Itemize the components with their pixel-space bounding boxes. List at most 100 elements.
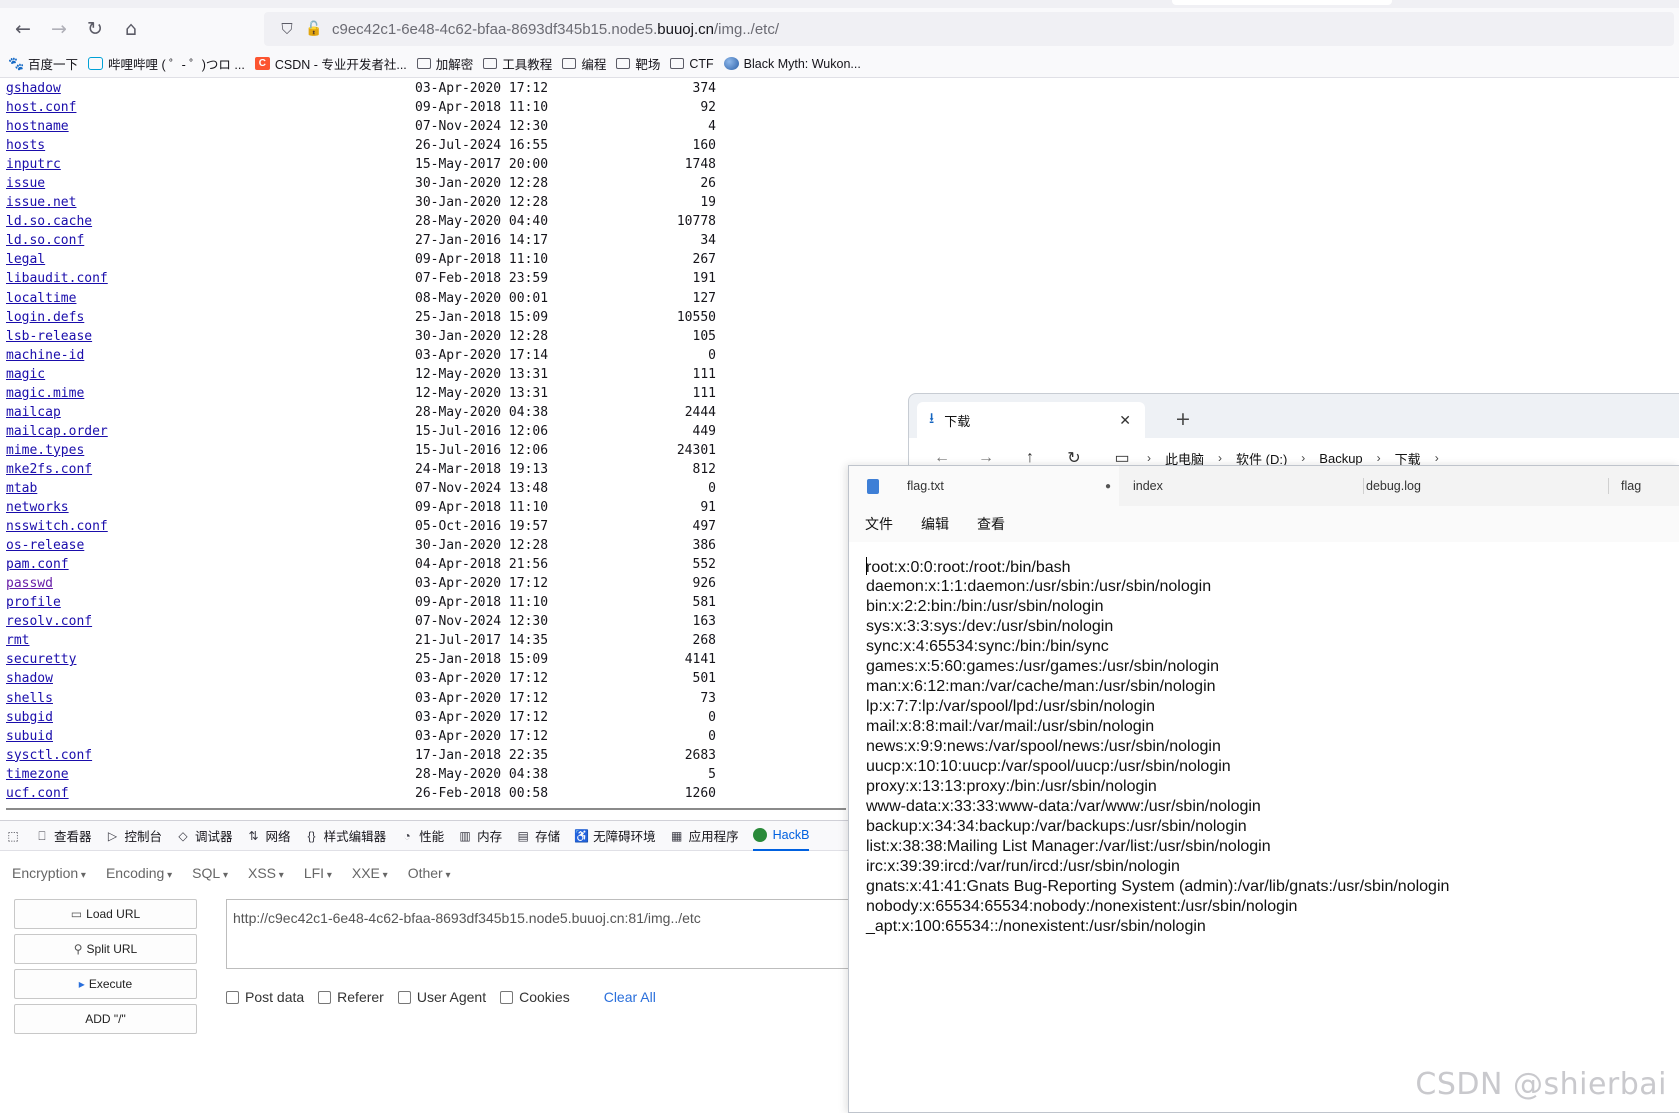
notepad-tab-flag-txt[interactable]: flag.txt ● <box>849 466 1119 506</box>
tracking-shield-icon[interactable]: ⛉ <box>272 20 302 38</box>
bookmark-item[interactable]: 靶场 <box>616 54 660 73</box>
hackbar-menu-other[interactable]: Other <box>408 865 451 881</box>
file-link[interactable]: issue.net <box>6 193 76 212</box>
file-link[interactable]: resolv.conf <box>6 612 92 631</box>
bookmark-item[interactable]: 加解密 <box>416 54 473 73</box>
notepad-tab-debug-log[interactable]: debug.log <box>1364 466 1609 506</box>
file-link[interactable]: inputrc <box>6 155 61 174</box>
notepad-tab-flag[interactable]: flag <box>1609 466 1679 506</box>
file-link[interactable]: ucf.conf <box>6 784 69 803</box>
checkbox-post-data[interactable]: Post data <box>226 989 304 1005</box>
notepad-menu-item[interactable]: 查看 <box>977 514 1005 534</box>
address-bar[interactable]: ⛉ 🔓 c9ec42c1-6e48-4c62-bfaa-8693df345b15… <box>264 12 1674 46</box>
devtools-tab-hackbar[interactable]: HackB <box>752 821 810 851</box>
file-link[interactable]: mime.types <box>6 441 84 460</box>
file-link[interactable]: host.conf <box>6 98 76 117</box>
file-link[interactable]: securetty <box>6 650 76 669</box>
bookmark-item[interactable]: C CSDN - 专业开发者社... <box>254 54 407 73</box>
insecure-lock-icon[interactable]: 🔓 <box>302 21 326 37</box>
bookmark-item[interactable]: 编程 <box>562 54 606 73</box>
file-link[interactable]: networks <box>6 498 69 517</box>
hackbar-menu-encryption[interactable]: Encryption <box>12 865 86 881</box>
notepad-menu-item[interactable]: 文件 <box>865 514 893 534</box>
bookmark-item[interactable]: 哔哩哔哩 ( ゜- ゜)つロ ... <box>88 54 245 73</box>
devtools-tab[interactable]: ◔ 性能 <box>400 826 444 845</box>
file-link[interactable]: profile <box>6 593 61 612</box>
checkbox-box[interactable] <box>397 990 411 1004</box>
file-link[interactable]: shadow <box>6 669 53 688</box>
forward-arrow-icon[interactable]: → <box>42 12 76 46</box>
checkbox-referer[interactable]: Referer <box>318 989 384 1005</box>
notepad-menu-item[interactable]: 编辑 <box>921 514 949 534</box>
load-url-button[interactable]: ▭ Load URL <box>14 899 197 929</box>
notepad-text-area[interactable]: root:x:0:0:root:/root:/bin/bash daemon:x:… <box>866 557 1666 937</box>
explorer-tab[interactable]: ⭳ 下载 ✕ <box>917 402 1145 438</box>
file-link[interactable]: rmt <box>6 631 29 650</box>
checkbox-cookies[interactable]: Cookies <box>500 989 570 1005</box>
hackbar-menu-encoding[interactable]: Encoding <box>106 865 172 881</box>
file-link[interactable]: os-release <box>6 536 84 555</box>
hackbar-url-input[interactable]: http://c9ec42c1-6e48-4c62-bfaa-8693df345… <box>226 899 866 969</box>
file-link[interactable]: subgid <box>6 708 53 727</box>
execute-button[interactable]: ▸ Execute <box>14 969 197 999</box>
element-picker-icon[interactable]: ⬚ <box>6 829 25 843</box>
reload-icon[interactable]: ↻ <box>78 12 112 46</box>
file-link[interactable]: timezone <box>6 765 69 784</box>
bookmark-item[interactable]: Black Myth: Wukon... <box>723 57 861 71</box>
url-text[interactable]: c9ec42c1-6e48-4c62-bfaa-8693df345b15.nod… <box>332 21 779 38</box>
file-link[interactable]: gshadow <box>6 79 61 98</box>
devtools-tab[interactable]: ◇ 调试器 <box>176 826 232 845</box>
close-tab-icon[interactable]: ✕ <box>1119 412 1131 429</box>
checkbox-user-agent[interactable]: User Agent <box>397 989 486 1005</box>
bookmark-item[interactable]: 🐾 百度一下 <box>8 54 78 73</box>
notepad-tab-index[interactable]: index <box>1119 466 1364 506</box>
file-link[interactable]: mailcap.order <box>6 422 108 441</box>
file-link[interactable]: shells <box>6 689 53 708</box>
bookmark-item[interactable]: 工具教程 <box>483 54 552 73</box>
hackbar-menu-xss[interactable]: XSS <box>248 865 284 881</box>
hackbar-menu-lfi[interactable]: LFI <box>304 865 332 881</box>
file-link[interactable]: ld.so.conf <box>6 231 84 250</box>
devtools-tab[interactable]: ⎕ 查看器 <box>35 826 91 845</box>
devtools-tab[interactable]: ▷ 控制台 <box>106 826 162 845</box>
bookmark-item[interactable]: CTF <box>670 57 714 71</box>
file-link[interactable]: subuid <box>6 727 53 746</box>
file-link[interactable]: machine-id <box>6 346 84 365</box>
devtools-tab[interactable]: ▥ 内存 <box>458 826 502 845</box>
add-slash-button[interactable]: ADD "/" <box>14 1004 197 1034</box>
file-link[interactable]: login.defs <box>6 308 84 327</box>
file-link[interactable]: magic.mime <box>6 384 84 403</box>
checkbox-box[interactable] <box>318 990 332 1004</box>
file-link[interactable]: hosts <box>6 136 45 155</box>
checkbox-box[interactable] <box>226 990 239 1004</box>
checkbox-box[interactable] <box>500 990 514 1004</box>
file-link[interactable]: ld.so.cache <box>6 212 92 231</box>
file-link[interactable]: pam.conf <box>6 555 69 574</box>
file-link[interactable]: legal <box>6 250 45 269</box>
file-link[interactable]: lsb-release <box>6 327 92 346</box>
file-link[interactable]: mke2fs.conf <box>6 460 92 479</box>
new-tab-icon[interactable]: + <box>1175 408 1191 430</box>
back-arrow-icon[interactable]: ← <box>6 12 40 46</box>
hackbar-menu-sql[interactable]: SQL <box>192 865 228 881</box>
split-url-button[interactable]: ⚲ Split URL <box>14 934 197 964</box>
devtools-tab[interactable]: ▦ 应用程序 <box>670 826 739 845</box>
file-link[interactable]: mtab <box>6 479 37 498</box>
file-link[interactable]: passwd <box>6 574 53 593</box>
file-link[interactable]: mailcap <box>6 403 61 422</box>
file-link[interactable]: sysctl.conf <box>6 746 92 765</box>
devtools-tab[interactable]: ⇅ 网络 <box>247 826 291 845</box>
chevron-right-icon[interactable]: › <box>1435 451 1439 465</box>
file-link[interactable]: magic <box>6 365 45 384</box>
home-icon[interactable]: ⌂ <box>114 12 148 46</box>
devtools-tab[interactable]: ▤ 存储 <box>516 826 560 845</box>
file-link[interactable]: nsswitch.conf <box>6 517 108 536</box>
file-link[interactable]: libaudit.conf <box>6 269 108 288</box>
file-link[interactable]: localtime <box>6 289 76 308</box>
browser-tab[interactable] <box>1172 0 1392 5</box>
devtools-tab[interactable]: {} 样式编辑器 <box>305 826 387 845</box>
file-link[interactable]: hostname <box>6 117 69 136</box>
hackbar-menu-xxe[interactable]: XXE <box>352 865 388 881</box>
file-link[interactable]: issue <box>6 174 45 193</box>
devtools-tab[interactable]: ♿ 无障碍环境 <box>574 826 656 845</box>
